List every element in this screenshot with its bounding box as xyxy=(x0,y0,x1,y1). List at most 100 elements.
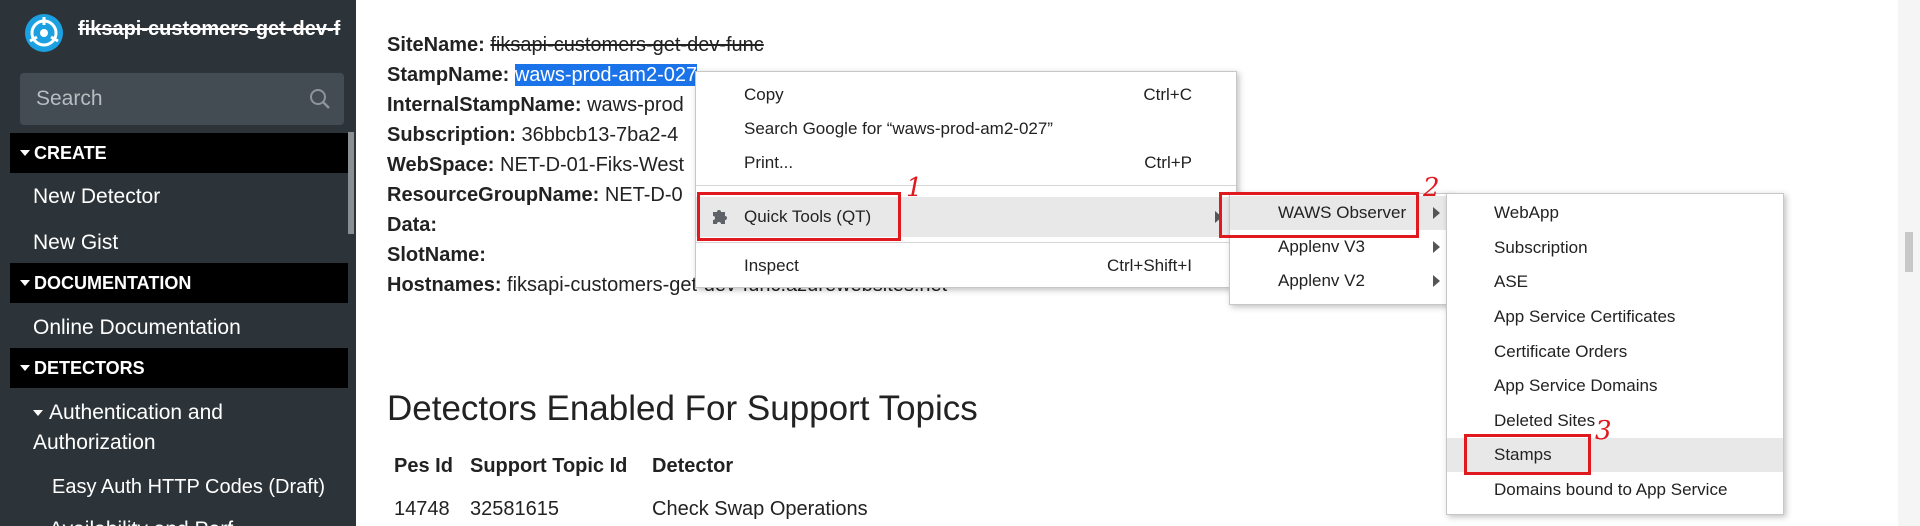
subscription-value: 36bbcb13-7ba2-4 xyxy=(521,124,679,146)
site-name-label: SiteName: xyxy=(387,34,485,56)
webspace-row: WebSpace: NET-D-01-Fiks-West xyxy=(387,154,684,177)
menu-item-label: WebApp xyxy=(1494,203,1559,222)
submenu-item-ase[interactable]: ASE xyxy=(1447,265,1783,299)
menu-item-copy[interactable]: Copy Ctrl+C xyxy=(696,78,1236,112)
site-name-row: SiteName: fiksapi-customers-get-dev-func xyxy=(387,34,764,57)
column-header-detector: Detector xyxy=(652,455,734,477)
submenu-item-app-service-domains[interactable]: App Service Domains xyxy=(1447,369,1783,403)
chevron-down-icon xyxy=(20,280,30,286)
sidebar-header-label: DETECTORS xyxy=(34,358,145,378)
menu-item-label: App Service Domains xyxy=(1494,376,1658,395)
submenu-item-app-service-certificates[interactable]: App Service Certificates xyxy=(1447,300,1783,334)
table-cell-pes-id: 14748 xyxy=(394,498,450,520)
sidebar-group-auth-line2[interactable]: Authorization xyxy=(33,431,156,455)
sidebar-scrollbar[interactable] xyxy=(348,132,354,234)
menu-item-label: Deleted Sites xyxy=(1494,411,1596,430)
search-icon[interactable] xyxy=(308,87,332,111)
menu-item-label: Print... xyxy=(744,153,794,172)
annotation-number-2: 2 xyxy=(1423,173,1440,203)
menu-separator xyxy=(696,242,1236,243)
webspace-value: NET-D-01-Fiks-West xyxy=(500,154,685,176)
menu-item-inspect[interactable]: Inspect Ctrl+Shift+I xyxy=(696,249,1236,283)
slot-name-row: SlotName: xyxy=(387,244,486,267)
resource-group-label: ResourceGroupName: xyxy=(387,184,600,206)
webspace-label: WebSpace: xyxy=(387,154,495,176)
table-cell-support-topic-id: 32581615 xyxy=(470,498,559,520)
column-header-support-topic-id: Support Topic Id xyxy=(470,455,628,477)
resource-group-row: ResourceGroupName: NET-D-0 xyxy=(387,184,683,207)
column-header-pes-id: Pes Id xyxy=(394,455,453,477)
chevron-down-icon xyxy=(33,410,43,417)
app-title[interactable]: fiksapi-customers-get-dev-f xyxy=(78,18,340,41)
menu-item-print[interactable]: Print... Ctrl+P xyxy=(696,146,1236,180)
scrollbar-thumb[interactable] xyxy=(1905,232,1913,272)
menu-separator xyxy=(696,185,1236,186)
support-topics-title: Detectors Enabled For Support Topics xyxy=(387,389,978,428)
data-label: Data: xyxy=(387,214,438,236)
sidebar-group-auth[interactable]: Authentication and xyxy=(33,401,223,425)
internal-stamp-row: InternalStampName: waws-prod xyxy=(387,94,684,117)
menu-item-shortcut: Ctrl+C xyxy=(1143,85,1192,104)
menu-item-label: App Service Certificates xyxy=(1494,307,1676,326)
sidebar: fiksapi-customers-get-dev-f CREATE New D… xyxy=(0,0,356,526)
table-cell-detector[interactable]: Check Swap Operations xyxy=(652,498,868,521)
sidebar-header-documentation[interactable]: DOCUMENTATION xyxy=(10,263,348,303)
menu-item-shortcut: Ctrl+Shift+I xyxy=(1106,256,1192,275)
menu-item-label: Copy xyxy=(744,85,784,104)
data-row: Data: xyxy=(387,214,437,237)
submenu-item-certificate-orders[interactable]: Certificate Orders xyxy=(1447,335,1783,369)
submenu-item-deleted-sites[interactable]: Deleted Sites xyxy=(1447,404,1783,438)
annotation-box-waws-observer xyxy=(1219,192,1419,238)
submenu-arrow-icon xyxy=(1433,275,1440,287)
menu-item-shortcut: Ctrl+P xyxy=(1144,153,1192,172)
sidebar-header-label: CREATE xyxy=(34,143,107,163)
sidebar-group-availability[interactable]: Availability and Perf xyxy=(33,518,233,526)
internal-stamp-label: InternalStampName: xyxy=(387,94,582,116)
sidebar-item-easy-auth[interactable]: Easy Auth HTTP Codes (Draft) xyxy=(52,476,325,499)
sidebar-header-detectors[interactable]: DETECTORS xyxy=(10,348,348,388)
menu-item-search-google[interactable]: Search Google for “waws-prod-am2-027” xyxy=(696,112,1236,146)
internal-stamp-value: waws-prod xyxy=(587,94,684,116)
annotation-number-1: 1 xyxy=(906,173,923,203)
annotation-box-quick-tools xyxy=(697,192,901,241)
stamp-name-value-selected[interactable]: waws-prod-am2-027 xyxy=(514,64,698,86)
app-header: fiksapi-customers-get-dev-f xyxy=(0,0,356,66)
sidebar-group-label: Availability and Perf xyxy=(49,518,233,526)
menu-item-label: ASE xyxy=(1494,272,1529,291)
submenu-item-applenv-v2[interactable]: Applenv V2 xyxy=(1230,264,1450,298)
chevron-down-icon xyxy=(20,150,30,156)
submenu-item-subscription[interactable]: Subscription xyxy=(1447,231,1783,265)
menu-item-label: Subscription xyxy=(1494,238,1588,257)
submenu-item-webapp[interactable]: WebApp xyxy=(1447,196,1783,230)
menu-item-label: Applenv V2 xyxy=(1278,271,1365,290)
page-scrollbar[interactable] xyxy=(1898,0,1920,526)
annotation-box-stamps xyxy=(1464,434,1591,475)
azure-logo-icon xyxy=(25,14,63,52)
stamp-name-row: StampName: waws-prod-am2-027 xyxy=(387,64,698,87)
search-box xyxy=(20,73,344,125)
submenu-arrow-icon xyxy=(1433,241,1440,253)
submenu-arrow-icon xyxy=(1433,207,1440,219)
sidebar-header-label: DOCUMENTATION xyxy=(34,273,192,293)
annotation-number-3: 3 xyxy=(1595,416,1612,446)
site-name-value: fiksapi-customers-get-dev-func xyxy=(490,34,764,56)
sidebar-group-label: Authentication and xyxy=(49,401,223,424)
sidebar-item-new-gist[interactable]: New Gist xyxy=(33,231,118,255)
menu-item-label: Inspect xyxy=(744,256,799,275)
menu-item-label: Search Google for “waws-prod-am2-027” xyxy=(744,119,1053,138)
sidebar-header-create[interactable]: CREATE xyxy=(10,133,348,173)
stamp-name-label: StampName: xyxy=(387,64,510,86)
submenu-item-domains-bound[interactable]: Domains bound to App Service xyxy=(1447,473,1783,507)
menu-item-label: Domains bound to App Service xyxy=(1494,480,1728,499)
sidebar-item-online-documentation[interactable]: Online Documentation xyxy=(33,316,241,340)
subscription-label: Subscription: xyxy=(387,124,516,146)
sidebar-item-new-detector[interactable]: New Detector xyxy=(33,185,160,209)
context-menu: Copy Ctrl+C Search Google for “waws-prod… xyxy=(695,71,1237,288)
hostnames-label: Hostnames: xyxy=(387,274,502,296)
chevron-down-icon xyxy=(20,365,30,371)
slot-name-label: SlotName: xyxy=(387,244,486,266)
search-input[interactable] xyxy=(36,73,306,125)
subscription-row: Subscription: 36bbcb13-7ba2-4 xyxy=(387,124,678,147)
resource-group-value: NET-D-0 xyxy=(604,184,683,206)
menu-item-label: Certificate Orders xyxy=(1494,342,1628,361)
